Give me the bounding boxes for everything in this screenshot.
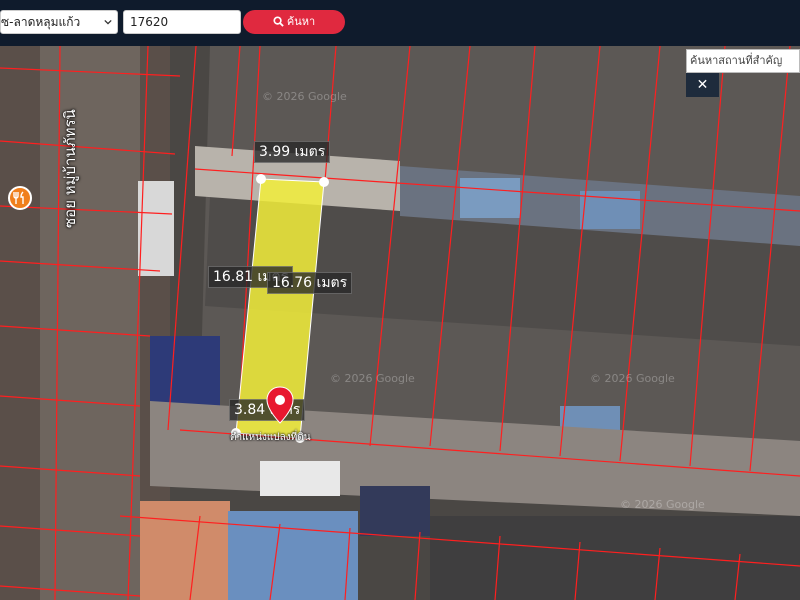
place-search-input[interactable]: ค้นหาสถานที่สำคัญ bbox=[686, 49, 800, 73]
place-search-placeholder: ค้นหาสถานที่สำคัญ bbox=[690, 54, 783, 67]
satellite-map[interactable]: © 2026 Google © 2026 Google © 2026 Googl… bbox=[0, 46, 800, 600]
street-label: ซอย หมู่บ้านภัทรนิ bbox=[61, 109, 79, 228]
satellite-imagery bbox=[0, 46, 800, 600]
map-watermark: © 2026 Google bbox=[590, 372, 675, 385]
search-button[interactable]: ค้นหา bbox=[243, 10, 345, 34]
district-select[interactable]: ซ-ลาดหลุมแก้ว bbox=[0, 10, 118, 34]
map-watermark: © 2026 Google bbox=[262, 90, 347, 103]
measure-top: 3.99 เมตร bbox=[254, 141, 331, 163]
location-pin-icon[interactable] bbox=[266, 386, 294, 424]
district-select-value: ซ-ลาดหลุมแก้ว bbox=[1, 15, 81, 29]
parcel-location-label: ตำแหน่งแปลงที่ดิน bbox=[230, 432, 311, 443]
close-button[interactable]: ✕ bbox=[686, 73, 719, 97]
chevron-down-icon bbox=[104, 19, 112, 25]
restaurant-poi-icon[interactable] bbox=[8, 186, 32, 210]
search-icon bbox=[273, 16, 284, 27]
top-toolbar: ซ-ลาดหลุมแก้ว 17620 ค้นหา bbox=[0, 0, 800, 46]
parcel-code-value: 17620 bbox=[130, 15, 169, 29]
map-watermark: © 2026 Google bbox=[620, 498, 705, 511]
measure-right: 16.76 เมตร bbox=[267, 272, 353, 294]
map-watermark: © 2026 Google bbox=[330, 372, 415, 385]
parcel-code-input[interactable]: 17620 bbox=[123, 10, 241, 34]
close-icon: ✕ bbox=[696, 77, 709, 93]
search-button-label: ค้นหา bbox=[286, 15, 316, 28]
